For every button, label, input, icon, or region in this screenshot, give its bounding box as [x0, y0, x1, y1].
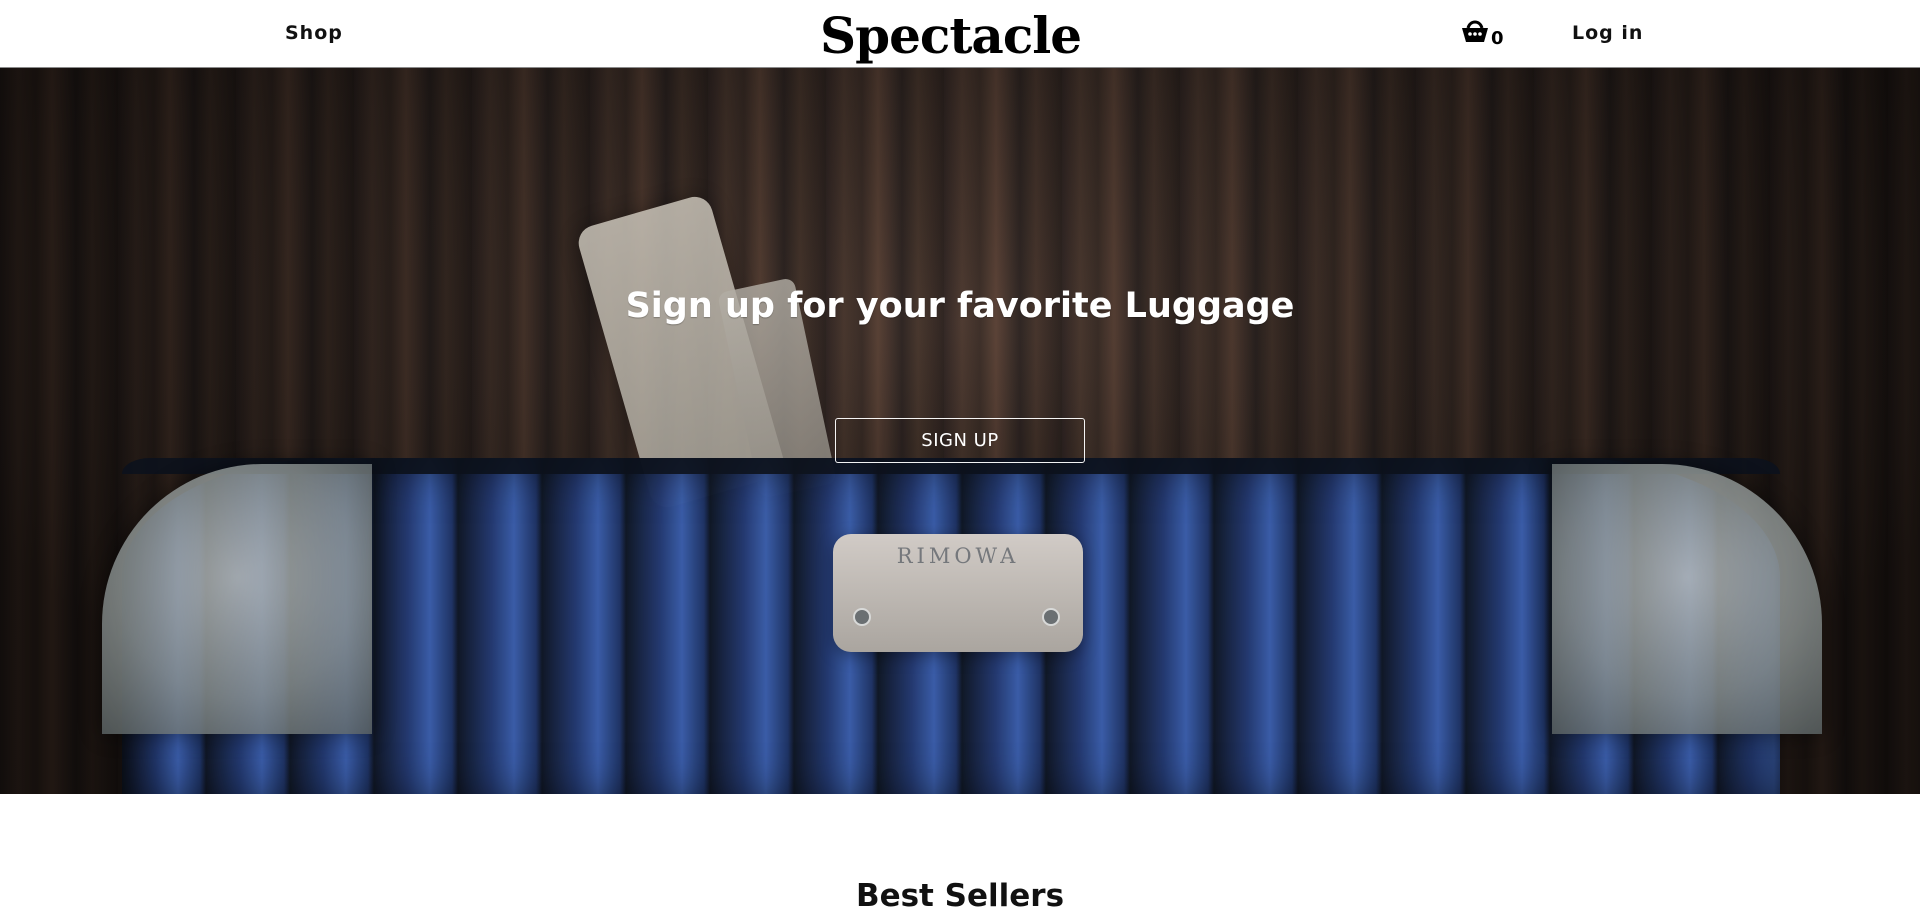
hero-content: Sign up for your favorite Luggage	[0, 282, 1920, 330]
site-header: Shop Spectacle 0 Log in	[0, 0, 1920, 68]
badge-screw-left	[853, 608, 871, 626]
shop-link[interactable]: Shop	[285, 22, 343, 44]
suitcase-badge: RIMOWA	[833, 534, 1083, 652]
badge-screw-right	[1042, 608, 1060, 626]
hero-title: Sign up for your favorite Luggage	[625, 286, 1295, 326]
sign-up-button[interactable]: SIGN UP	[835, 418, 1085, 463]
best-sellers-heading: Best Sellers	[855, 878, 1065, 914]
cart-count: 0	[1491, 28, 1504, 49]
cart-button[interactable]: 0	[1460, 16, 1504, 52]
basket-icon	[1462, 20, 1488, 42]
brand-logo[interactable]: Spectacle	[820, 4, 1082, 68]
login-link[interactable]: Log in	[1572, 22, 1643, 44]
